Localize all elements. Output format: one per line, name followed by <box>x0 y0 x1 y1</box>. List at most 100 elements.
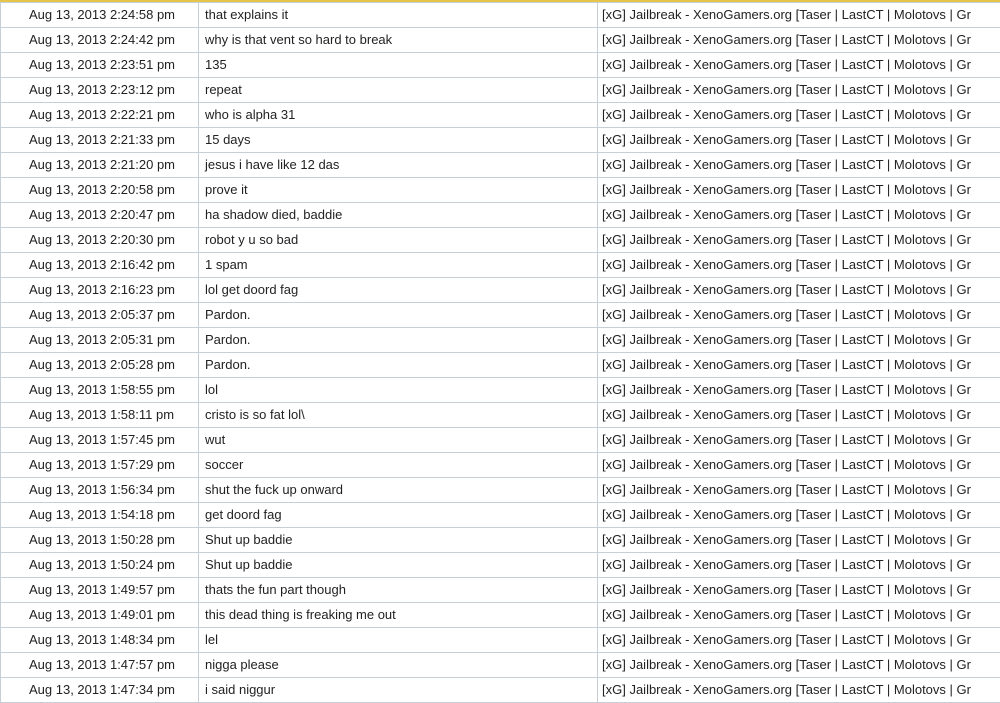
message-timestamp: Aug 13, 2013 2:16:42 pm <box>0 252 199 278</box>
server-name: [xG] Jailbreak - XenoGamers.org [Taser |… <box>597 577 1000 603</box>
chat-message: Pardon. <box>198 302 598 328</box>
server-name: [xG] Jailbreak - XenoGamers.org [Taser |… <box>597 327 1000 353</box>
message-timestamp: Aug 13, 2013 2:20:30 pm <box>0 227 199 253</box>
table-row: Aug 13, 2013 1:47:57 pm nigga please [xG] … <box>0 652 1000 678</box>
server-name: [xG] Jailbreak - XenoGamers.org [Taser |… <box>597 277 1000 303</box>
chat-message: get doord fag <box>198 502 598 528</box>
message-timestamp: Aug 13, 2013 2:20:47 pm <box>0 202 199 228</box>
message-timestamp: Aug 13, 2013 2:05:31 pm <box>0 327 199 353</box>
table-row: Aug 13, 2013 1:48:34 pm lel [xG] Jailbreak… <box>0 627 1000 653</box>
table-row: Aug 13, 2013 2:05:37 pm Pardon. [xG] Jailb… <box>0 302 1000 328</box>
table-row: Aug 13, 2013 2:20:58 pm prove it [xG] Jail… <box>0 177 1000 203</box>
message-timestamp: Aug 13, 2013 2:16:23 pm <box>0 277 199 303</box>
table-row: Aug 13, 2013 1:54:18 pm get doord fag [xG]… <box>0 502 1000 528</box>
message-timestamp: Aug 13, 2013 2:24:42 pm <box>0 27 199 53</box>
table-row: Aug 13, 2013 1:58:55 pm lol [xG] Jailbreak… <box>0 377 1000 403</box>
server-name: [xG] Jailbreak - XenoGamers.org [Taser |… <box>597 627 1000 653</box>
message-timestamp: Aug 13, 2013 2:05:37 pm <box>0 302 199 328</box>
table-row: Aug 13, 2013 2:05:31 pm Pardon. [xG] Jailb… <box>0 327 1000 353</box>
server-name: [xG] Jailbreak - XenoGamers.org [Taser |… <box>597 452 1000 478</box>
message-timestamp: Aug 13, 2013 2:21:33 pm <box>0 127 199 153</box>
chat-message: that explains it <box>198 2 598 28</box>
message-timestamp: Aug 13, 2013 1:47:34 pm <box>0 677 199 703</box>
table-row: Aug 13, 2013 2:21:20 pm jesus i have like… <box>0 152 1000 178</box>
table-row: Aug 13, 2013 2:24:58 pm that explains it[… <box>0 2 1000 28</box>
server-name: [xG] Jailbreak - XenoGamers.org [Taser |… <box>597 102 1000 128</box>
table-row: Aug 13, 2013 2:24:42 pm why is that vent … <box>0 27 1000 53</box>
chat-message: shut the fuck up onward <box>198 477 598 503</box>
chat-message: wut <box>198 427 598 453</box>
chat-message: 1 spam <box>198 252 598 278</box>
message-timestamp: Aug 13, 2013 2:23:51 pm <box>0 52 199 78</box>
chat-message: soccer <box>198 452 598 478</box>
server-name: [xG] Jailbreak - XenoGamers.org [Taser |… <box>597 602 1000 628</box>
chat-message: jesus i have like 12 das <box>198 152 598 178</box>
server-name: [xG] Jailbreak - XenoGamers.org [Taser |… <box>597 677 1000 703</box>
server-name: [xG] Jailbreak - XenoGamers.org [Taser |… <box>597 427 1000 453</box>
chat-log-body: Aug 13, 2013 2:24:58 pm that explains it [… <box>0 2 1000 703</box>
chat-message: Shut up baddie <box>198 552 598 578</box>
message-timestamp: Aug 13, 2013 1:47:57 pm <box>0 652 199 678</box>
server-name: [xG] Jailbreak - XenoGamers.org [Taser |… <box>597 152 1000 178</box>
message-timestamp: Aug 13, 2013 2:05:28 pm <box>0 352 199 378</box>
server-name: [xG] Jailbreak - XenoGamers.org [Taser |… <box>597 227 1000 253</box>
table-row: Aug 13, 2013 2:23:12 pm repeat [xG] Jailbr… <box>0 77 1000 103</box>
table-row: Aug 13, 2013 1:58:11 pm cristo is so fat … <box>0 402 1000 428</box>
server-name: [xG] Jailbreak - XenoGamers.org [Taser |… <box>597 202 1000 228</box>
chat-message: i said niggur <box>198 677 598 703</box>
table-row: Aug 13, 2013 1:50:28 pm Shut up baddie [xG… <box>0 527 1000 553</box>
message-timestamp: Aug 13, 2013 1:56:34 pm <box>0 477 199 503</box>
table-row: Aug 13, 2013 2:16:42 pm 1 spam [xG] Jailbr… <box>0 252 1000 278</box>
server-name: [xG] Jailbreak - XenoGamers.org [Taser |… <box>597 177 1000 203</box>
server-name: [xG] Jailbreak - XenoGamers.org [Taser |… <box>597 302 1000 328</box>
server-name: [xG] Jailbreak - XenoGamers.org [Taser |… <box>597 52 1000 78</box>
server-name: [xG] Jailbreak - XenoGamers.org [Taser |… <box>597 352 1000 378</box>
chat-message: lol <box>198 377 598 403</box>
table-row: Aug 13, 2013 2:16:23 pm lol get doord fag… <box>0 277 1000 303</box>
message-timestamp: Aug 13, 2013 2:22:21 pm <box>0 102 199 128</box>
message-timestamp: Aug 13, 2013 2:21:20 pm <box>0 152 199 178</box>
chat-message: this dead thing is freaking me out <box>198 602 598 628</box>
table-row: Aug 13, 2013 2:20:47 pm ha shadow died, b… <box>0 202 1000 228</box>
chat-message: who is alpha 31 <box>198 102 598 128</box>
server-name: [xG] Jailbreak - XenoGamers.org [Taser |… <box>597 77 1000 103</box>
chat-message: why is that vent so hard to break <box>198 27 598 53</box>
message-timestamp: Aug 13, 2013 1:49:01 pm <box>0 602 199 628</box>
server-name: [xG] Jailbreak - XenoGamers.org [Taser |… <box>597 477 1000 503</box>
message-timestamp: Aug 13, 2013 1:48:34 pm <box>0 627 199 653</box>
chat-message: Shut up baddie <box>198 527 598 553</box>
message-timestamp: Aug 13, 2013 1:58:55 pm <box>0 377 199 403</box>
message-timestamp: Aug 13, 2013 2:20:58 pm <box>0 177 199 203</box>
table-row: Aug 13, 2013 1:56:34 pm shut the fuck up … <box>0 477 1000 503</box>
chat-message: ha shadow died, baddie <box>198 202 598 228</box>
table-row: Aug 13, 2013 2:23:51 pm 135 [xG] Jailbreak… <box>0 52 1000 78</box>
message-timestamp: Aug 13, 2013 1:54:18 pm <box>0 502 199 528</box>
table-row: Aug 13, 2013 1:50:24 pm Shut up baddie [xG… <box>0 552 1000 578</box>
chat-message: cristo is so fat lol\ <box>198 402 598 428</box>
chat-message: Pardon. <box>198 327 598 353</box>
chat-message: 135 <box>198 52 598 78</box>
chat-message: lol get doord fag <box>198 277 598 303</box>
table-row: Aug 13, 2013 1:49:57 pm thats the fun par… <box>0 577 1000 603</box>
server-name: [xG] Jailbreak - XenoGamers.org [Taser |… <box>597 127 1000 153</box>
chat-message: lel <box>198 627 598 653</box>
message-timestamp: Aug 13, 2013 2:23:12 pm <box>0 77 199 103</box>
server-name: [xG] Jailbreak - XenoGamers.org [Taser |… <box>597 552 1000 578</box>
message-timestamp: Aug 13, 2013 2:24:58 pm <box>0 2 199 28</box>
server-name: [xG] Jailbreak - XenoGamers.org [Taser |… <box>597 252 1000 278</box>
chat-message: Pardon. <box>198 352 598 378</box>
server-name: [xG] Jailbreak - XenoGamers.org [Taser |… <box>597 2 1000 28</box>
message-timestamp: Aug 13, 2013 1:58:11 pm <box>0 402 199 428</box>
chat-message: prove it <box>198 177 598 203</box>
message-timestamp: Aug 13, 2013 1:57:29 pm <box>0 452 199 478</box>
server-name: [xG] Jailbreak - XenoGamers.org [Taser |… <box>597 502 1000 528</box>
table-row: Aug 13, 2013 2:21:33 pm 15 days [xG] Jailb… <box>0 127 1000 153</box>
chat-message: robot y u so bad <box>198 227 598 253</box>
chat-message: 15 days <box>198 127 598 153</box>
server-name: [xG] Jailbreak - XenoGamers.org [Taser |… <box>597 402 1000 428</box>
chat-message: thats the fun part though <box>198 577 598 603</box>
message-timestamp: Aug 13, 2013 1:50:28 pm <box>0 527 199 553</box>
table-row: Aug 13, 2013 2:20:30 pm robot y u so bad[… <box>0 227 1000 253</box>
table-row: Aug 13, 2013 1:49:01 pm this dead thing i… <box>0 602 1000 628</box>
server-name: [xG] Jailbreak - XenoGamers.org [Taser |… <box>597 377 1000 403</box>
